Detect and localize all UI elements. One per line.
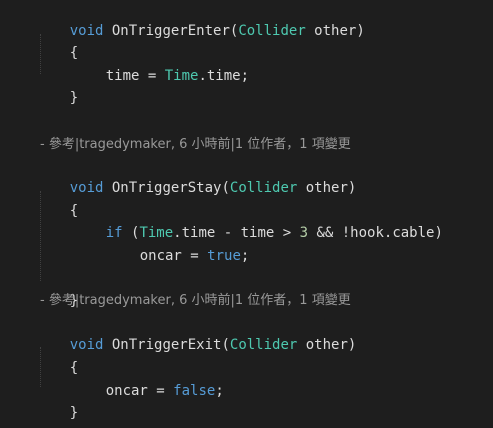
semicolon: ;	[240, 248, 250, 264]
code-line: {	[36, 335, 78, 376]
code-line: void OnTriggerExit(Collider other)	[36, 312, 357, 353]
close-brace: }	[69, 90, 79, 106]
parameter: other)	[297, 180, 357, 196]
code-line: {	[36, 178, 78, 219]
code-line: oncar = true;	[106, 223, 250, 264]
code-line: void OnTriggerStay(Collider other)	[36, 155, 357, 196]
code-line: time = Time.time;	[72, 43, 249, 84]
codelens-references[interactable]: - 參考|tragedymaker, 6 小時前|1 位作者，1 項變更	[40, 290, 351, 312]
parameter: other)	[297, 337, 357, 353]
code-line: }	[36, 65, 78, 106]
statement: time =	[105, 68, 165, 84]
keyword-true: true	[207, 248, 241, 264]
statement: && !hook.cable)	[308, 225, 443, 241]
code-line: oncar = false;	[72, 358, 224, 399]
close-brace: }	[69, 405, 79, 421]
code-line: void OnTriggerEnter(Collider other)	[36, 0, 365, 39]
type-name: Collider	[229, 180, 298, 196]
code-line: }	[2, 402, 44, 428]
method-name: OnTriggerStay(	[111, 180, 230, 196]
code-line: {	[36, 20, 78, 61]
parameter: other)	[305, 23, 365, 39]
statement: .time;	[198, 68, 250, 84]
code-editor[interactable]: void OnTriggerEnter(Collider other) { ti…	[0, 0, 493, 428]
method-name: OnTriggerExit(	[111, 337, 230, 353]
method-name: OnTriggerEnter(	[111, 23, 239, 39]
code-line: }	[36, 380, 78, 421]
keyword-false: false	[173, 383, 216, 399]
statement: oncar =	[105, 383, 174, 399]
codelens-references[interactable]: - 參考|tragedymaker, 6 小時前|1 位作者，1 項變更	[40, 134, 351, 156]
type-name: Collider	[229, 337, 298, 353]
type-name: Collider	[238, 23, 306, 39]
semicolon: ;	[215, 383, 224, 399]
statement: oncar =	[139, 248, 208, 264]
number-literal: 3	[299, 225, 309, 241]
code-line: if (Time.time - time > 3 && !hook.cable)	[72, 200, 443, 241]
type-name: Time	[164, 68, 199, 84]
code-line: }	[36, 268, 78, 309]
